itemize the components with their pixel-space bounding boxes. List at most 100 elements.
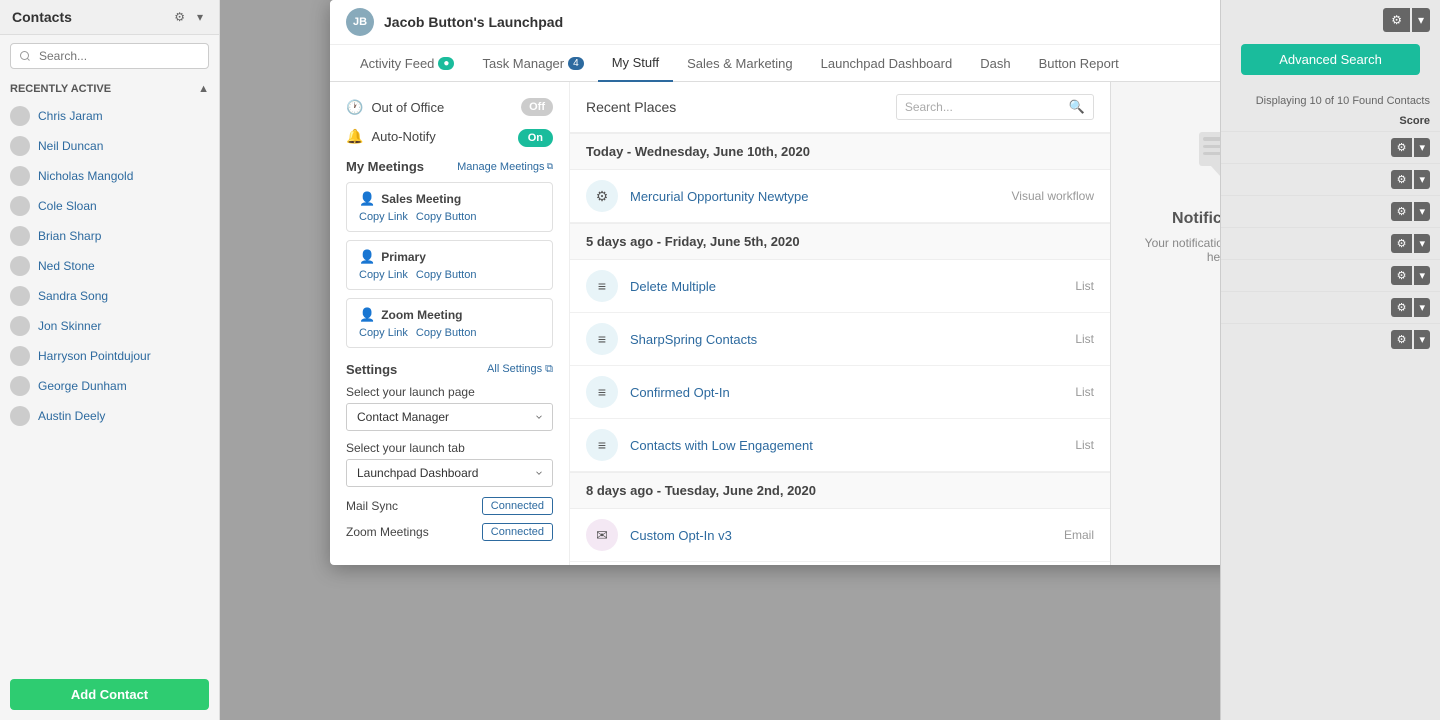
zoom-meetings-label: Zoom Meetings: [346, 525, 429, 539]
sidebar-search-input[interactable]: [10, 43, 209, 69]
tab-button-report[interactable]: Button Report: [1025, 46, 1133, 81]
contact-name: Austin Deely: [38, 409, 105, 423]
row-dropdown-button[interactable]: ▾: [1414, 170, 1430, 189]
contact-item[interactable]: Chris Jaram: [0, 101, 219, 131]
feed-item-name[interactable]: Delete Multiple: [630, 279, 1063, 294]
settings-section-header: Settings All Settings ⧉: [346, 362, 553, 377]
tab-task-manager[interactable]: Task Manager 4: [468, 46, 597, 81]
feed-item-name[interactable]: Confirmed Opt-In: [630, 385, 1063, 400]
launch-page-select[interactable]: Contact Manager: [346, 403, 553, 431]
row-gear-button[interactable]: ⚙: [1391, 330, 1413, 349]
row-gear-button[interactable]: ⚙: [1391, 266, 1413, 285]
contact-avatar: [10, 256, 30, 276]
row-dropdown-button[interactable]: ▾: [1414, 234, 1430, 253]
auto-notify-toggle[interactable]: On: [518, 129, 553, 144]
meeting-cards-container: 👤 Sales Meeting Copy Link Copy Button 👤 …: [346, 182, 553, 348]
tab-my-stuff[interactable]: My Stuff: [598, 45, 673, 82]
feed-item: ≡ Contacts with Low Engagement List: [570, 419, 1110, 472]
meeting-card: 👤 Primary Copy Link Copy Button: [346, 240, 553, 290]
row-dropdown-button[interactable]: ▾: [1414, 266, 1430, 285]
contact-item[interactable]: Jon Skinner: [0, 311, 219, 341]
my-meetings-title: My Meetings: [346, 159, 424, 174]
tab-launchpad-dashboard[interactable]: Launchpad Dashboard: [807, 46, 967, 81]
main-area: JB Jacob Button's Launchpad × Activity F…: [220, 0, 1440, 720]
outer-contact-row: ⚙ ▾: [1221, 259, 1440, 291]
contact-item[interactable]: Austin Deely: [0, 401, 219, 431]
contact-name: Brian Sharp: [38, 229, 101, 243]
my-meetings-section-header: My Meetings Manage Meetings ⧉: [346, 159, 553, 174]
tab-sales-marketing[interactable]: Sales & Marketing: [673, 46, 807, 81]
row-gear-group: ⚙ ▾: [1391, 138, 1430, 157]
row-dropdown-button[interactable]: ▾: [1414, 138, 1430, 157]
auto-notify-row: 🔔 Auto-Notify On: [346, 128, 553, 145]
advanced-search-button[interactable]: Advanced Search: [1241, 44, 1420, 75]
meeting-copy-link[interactable]: Copy Link: [359, 269, 408, 281]
contact-item[interactable]: Neil Duncan: [0, 131, 219, 161]
left-panel: 🕐 Out of Office Off 🔔 Auto-Notify: [330, 82, 570, 565]
meeting-icon: 👤: [359, 249, 375, 265]
contact-name: Nicholas Mangold: [38, 169, 133, 183]
contact-item[interactable]: Sandra Song: [0, 281, 219, 311]
contact-name: Ned Stone: [38, 259, 95, 273]
feed-item-name[interactable]: Custom Opt-In v3: [630, 528, 1052, 543]
add-contact-button[interactable]: Add Contact: [10, 679, 209, 710]
activity-feed-badge: ●: [438, 57, 454, 70]
row-gear-button[interactable]: ⚙: [1391, 298, 1413, 317]
row-gear-button[interactable]: ⚙: [1391, 202, 1413, 221]
launch-tab-select[interactable]: Launchpad Dashboard: [346, 459, 553, 487]
contact-item[interactable]: Brian Sharp: [0, 221, 219, 251]
contact-item[interactable]: Harryson Pointdujour: [0, 341, 219, 371]
outer-contact-row: ⚙ ▾: [1221, 195, 1440, 227]
recently-active-label: RECENTLY ACTIVE: [10, 83, 111, 95]
contact-avatar: [10, 136, 30, 156]
meeting-name: 👤 Primary: [359, 249, 540, 265]
auto-notify-label: 🔔 Auto-Notify: [346, 128, 436, 145]
outer-gear-button[interactable]: ⚙: [1383, 8, 1410, 32]
meeting-copy-button[interactable]: Copy Button: [416, 327, 477, 339]
row-dropdown-button[interactable]: ▾: [1414, 330, 1430, 349]
date-header: 5 days ago - Friday, June 5th, 2020: [570, 223, 1110, 260]
tab-dash[interactable]: Dash: [966, 46, 1024, 81]
sidebar-dropdown-icon[interactable]: ▾: [193, 8, 207, 26]
contact-item[interactable]: Nicholas Mangold: [0, 161, 219, 191]
contact-item[interactable]: George Dunham: [0, 371, 219, 401]
manage-meetings-link[interactable]: Manage Meetings ⧉: [457, 161, 553, 173]
recently-active-toggle-icon[interactable]: ▲: [198, 83, 209, 95]
feed-item: ✉ Custom Opt-In v3 Email: [570, 509, 1110, 562]
modal-avatar: JB: [346, 8, 374, 36]
feed-item: ≡ Delete Multiple List: [570, 260, 1110, 313]
row-dropdown-button[interactable]: ▾: [1414, 298, 1430, 317]
row-gear-button[interactable]: ⚙: [1391, 138, 1413, 157]
out-of-office-label: 🕐 Out of Office: [346, 99, 444, 116]
all-settings-link[interactable]: All Settings ⧉: [487, 363, 553, 376]
out-of-office-toggle[interactable]: Off: [521, 98, 553, 116]
external-link-icon: ⧉: [547, 161, 553, 172]
launch-tab-label: Select your launch tab: [346, 441, 553, 455]
contact-item[interactable]: Cole Sloan: [0, 191, 219, 221]
feed-item-name[interactable]: Contacts with Low Engagement: [630, 438, 1063, 453]
tab-activity-feed[interactable]: Activity Feed ●: [346, 46, 468, 81]
outer-dropdown-button[interactable]: ▾: [1412, 8, 1430, 32]
row-gear-button[interactable]: ⚙: [1391, 170, 1413, 189]
task-manager-badge: 4: [568, 57, 584, 70]
contact-avatar: [10, 346, 30, 366]
feed-item-name[interactable]: Mercurial Opportunity Newtype: [630, 189, 1000, 204]
meeting-copy-link[interactable]: Copy Link: [359, 327, 408, 339]
gear-dropdown-group: ⚙ ▾: [1383, 8, 1430, 32]
feed-item-icon: ✉: [586, 519, 618, 551]
contact-item[interactable]: Ned Stone: [0, 251, 219, 281]
row-dropdown-button[interactable]: ▾: [1414, 202, 1430, 221]
outer-contact-row: ⚙ ▾: [1221, 227, 1440, 259]
feed-item-icon: ⚙: [586, 180, 618, 212]
recent-search-input[interactable]: [905, 100, 1065, 114]
meeting-copy-button[interactable]: Copy Button: [416, 211, 477, 223]
meeting-copy-button[interactable]: Copy Button: [416, 269, 477, 281]
toggle-on-label: On: [518, 129, 553, 147]
contact-name: Harryson Pointdujour: [38, 349, 151, 363]
row-gear-button[interactable]: ⚙: [1391, 234, 1413, 253]
feed-item-name[interactable]: SharpSpring Contacts: [630, 332, 1063, 347]
meeting-copy-link[interactable]: Copy Link: [359, 211, 408, 223]
meeting-links: Copy Link Copy Button: [359, 211, 540, 223]
sidebar-gear-icon[interactable]: ⚙: [170, 8, 189, 26]
modal-body: 🕐 Out of Office Off 🔔 Auto-Notify: [330, 82, 1330, 565]
